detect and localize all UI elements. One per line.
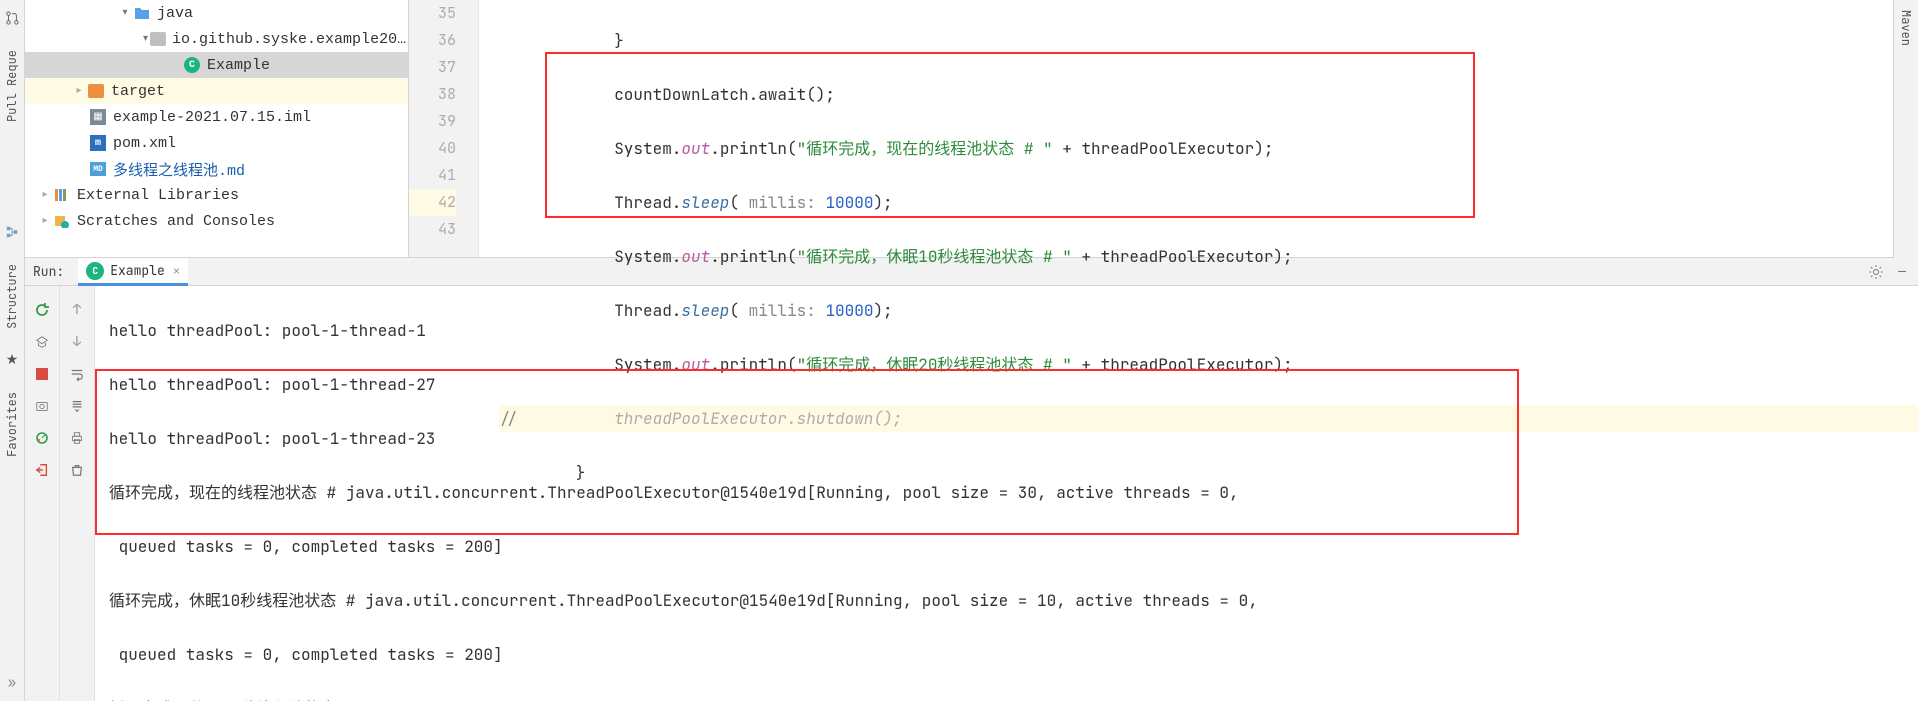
code-body[interactable]: } countDownLatch.await(); System.out.pri… xyxy=(479,0,1918,257)
tree-node-external-libs[interactable]: ▸ External Libraries xyxy=(25,182,408,208)
structure-tab[interactable]: Structure xyxy=(4,264,20,329)
favorites-tab[interactable]: Favorites xyxy=(4,392,20,457)
tree-label: pom.xml xyxy=(113,135,176,152)
tree-node-md[interactable]: MD 多线程之线程池.md xyxy=(25,156,408,182)
tree-label: External Libraries xyxy=(77,187,239,204)
pull-requests-icon[interactable] xyxy=(4,10,20,26)
run-tab-label: Example xyxy=(110,262,165,279)
run-tool-window: Run: C Example ✕ — xyxy=(25,258,1918,701)
maven-icon: m xyxy=(89,134,107,152)
main-area: ▾ java ▾ io.github.syske.example20… C Ex… xyxy=(25,0,1918,701)
chevron-down-icon[interactable]: ▾ xyxy=(119,7,131,19)
edit-config-button[interactable] xyxy=(31,331,53,353)
soft-wrap-button[interactable] xyxy=(66,363,88,385)
dump-threads-button[interactable] xyxy=(31,395,53,417)
console-line: 循环完成，休眠10秒线程池状态 # java.util.concurrent.T… xyxy=(109,587,1918,614)
run-label: Run: xyxy=(33,263,64,280)
tree-node-java[interactable]: ▾ java xyxy=(25,0,408,26)
tree-label: Scratches and Consoles xyxy=(77,213,275,230)
workspace: ▾ java ▾ io.github.syske.example20… C Ex… xyxy=(25,0,1918,258)
run-action-bar-1 xyxy=(25,286,60,701)
tree-label: 多线程之线程池.md xyxy=(113,159,245,180)
scroll-to-end-button[interactable] xyxy=(66,395,88,417)
print-button[interactable] xyxy=(66,427,88,449)
run-tab-example[interactable]: C Example ✕ xyxy=(78,258,188,286)
markdown-icon: MD xyxy=(89,160,107,178)
project-tree[interactable]: ▾ java ▾ io.github.syske.example20… C Ex… xyxy=(25,0,409,257)
libraries-icon xyxy=(53,186,71,204)
editor-gutter: 35 36 37 38 39 40 41 42 43 xyxy=(409,0,479,257)
folder-icon xyxy=(133,4,151,22)
left-tool-rail: Pull Reque Structure ★ Favorites » xyxy=(0,0,25,701)
tree-node-scratches[interactable]: ▸ Scratches and Consoles xyxy=(25,208,408,234)
line-number: 41 xyxy=(409,162,456,189)
code-line: Thread.sleep( millis: 10000); xyxy=(499,189,1918,216)
console-line: queued tasks = 0, completed tasks = 200] xyxy=(109,641,1918,668)
console-line: hello threadPool: pool-1-thread-1 xyxy=(109,317,1918,344)
tree-node-iml[interactable]: ▦ example-2021.07.15.iml xyxy=(25,104,408,130)
chevron-right-icon[interactable]: ▸ xyxy=(39,215,51,227)
tree-node-target[interactable]: ▸ target xyxy=(25,78,408,104)
code-line: } xyxy=(499,27,1918,54)
iml-icon: ▦ xyxy=(89,108,107,126)
tree-node-example-class[interactable]: C Example xyxy=(25,52,408,78)
code-line: System.out.println("循环完成，现在的线程池状态 # " + … xyxy=(499,135,1918,162)
code-line: countDownLatch.await(); xyxy=(499,81,1918,108)
chevron-down-icon[interactable]: ▾ xyxy=(143,33,148,45)
profile-button[interactable] xyxy=(31,427,53,449)
exit-button[interactable] xyxy=(31,459,53,481)
pull-requests-tab[interactable]: Pull Reque xyxy=(4,50,20,122)
right-tool-rail: Maven xyxy=(1893,0,1918,258)
structure-icon[interactable] xyxy=(4,224,20,240)
scroll-down-button[interactable]: ↓ xyxy=(66,331,88,353)
class-icon: C xyxy=(183,56,201,74)
tree-label: Example xyxy=(207,57,270,74)
run-action-bar-2: ↑ ↓ xyxy=(60,286,95,701)
tree-label: example-2021.07.15.iml xyxy=(113,109,311,126)
rerun-button[interactable] xyxy=(31,299,53,321)
chevron-right-icon[interactable]: ▸ xyxy=(73,85,85,97)
close-icon[interactable]: ✕ xyxy=(173,263,180,279)
run-body: ↑ ↓ hello threadPool: pool-1-thread-1 he… xyxy=(25,286,1918,701)
console-line: hello threadPool: pool-1-thread-27 xyxy=(109,371,1918,398)
console-line: 循环完成，休眠20秒线程池状态 # java.util.concurrent.T… xyxy=(109,695,1918,701)
tree-label: target xyxy=(111,83,165,100)
package-icon xyxy=(150,30,166,48)
tree-node-package[interactable]: ▾ io.github.syske.example20… xyxy=(25,26,408,52)
console-line: queued tasks = 0, completed tasks = 200] xyxy=(109,533,1918,560)
class-icon: C xyxy=(86,262,104,280)
line-number: 39 xyxy=(409,108,456,135)
tree-node-pom[interactable]: m pom.xml xyxy=(25,130,408,156)
code-line: System.out.println("循环完成，休眠10秒线程池状态 # " … xyxy=(499,243,1918,270)
tree-label: java xyxy=(157,5,193,22)
tree-label: io.github.syske.example20… xyxy=(172,31,406,48)
console-line: 循环完成，现在的线程池状态 # java.util.concurrent.Thr… xyxy=(109,479,1918,506)
stop-button[interactable] xyxy=(31,363,53,385)
console-output[interactable]: hello threadPool: pool-1-thread-1 hello … xyxy=(95,286,1918,701)
folder-icon xyxy=(87,82,105,100)
scratches-icon xyxy=(53,212,71,230)
line-number: 40 xyxy=(409,135,456,162)
line-number: 35 xyxy=(409,0,456,27)
maven-tab[interactable]: Maven xyxy=(1898,10,1914,46)
line-number: 36 xyxy=(409,27,456,54)
console-line: hello threadPool: pool-1-thread-23 xyxy=(109,425,1918,452)
line-number: 42 xyxy=(409,189,456,216)
favorites-icon[interactable]: ★ xyxy=(4,352,20,368)
chevron-right-icon[interactable]: ▸ xyxy=(39,189,51,201)
line-number: 38 xyxy=(409,81,456,108)
line-number: 37 xyxy=(409,54,456,81)
line-number: 43 xyxy=(409,216,456,243)
code-editor[interactable]: 35 36 37 38 39 40 41 42 43 } countDownLa… xyxy=(409,0,1918,257)
expand-icon[interactable]: » xyxy=(4,675,20,691)
clear-all-button[interactable] xyxy=(66,459,88,481)
scroll-up-button[interactable]: ↑ xyxy=(66,299,88,321)
